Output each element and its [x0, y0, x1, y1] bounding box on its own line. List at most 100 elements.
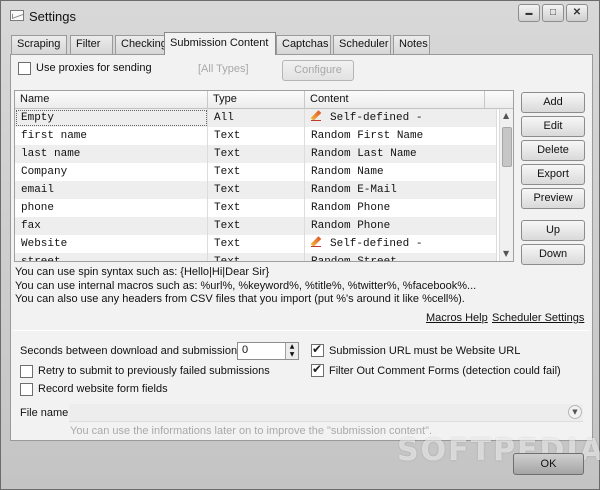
export-button[interactable]: Export — [521, 164, 585, 185]
proxy-types-select[interactable]: [All Types] — [198, 63, 249, 75]
filter-comment-forms-label: Filter Out Comment Forms (detection coul… — [329, 365, 561, 377]
pencil-icon — [311, 110, 325, 122]
maximize-button[interactable]: □ — [542, 4, 564, 22]
scheduler-settings-link[interactable]: Scheduler Settings — [492, 312, 584, 324]
submission-url-checkbox[interactable] — [311, 342, 324, 357]
filter-comment-forms-checkbox[interactable] — [311, 362, 324, 377]
cell-content: Random Phone — [305, 217, 497, 235]
cell-name: street — [15, 253, 208, 261]
cell-content: Self-defined - — [305, 109, 497, 127]
cell-name: Empty — [15, 109, 208, 127]
table-row[interactable]: Website Text Self-defined - — [15, 235, 497, 253]
cell-type: Text — [208, 199, 305, 217]
cell-type: Text — [208, 235, 305, 253]
scroll-up-icon[interactable]: ▲ — [503, 111, 509, 120]
cell-content: Random First Name — [305, 127, 497, 145]
seconds-label: Seconds between download and submission — [20, 345, 238, 357]
section-divider — [13, 330, 589, 331]
cell-content-text: Self-defined - — [330, 112, 423, 124]
preview-button[interactable]: Preview — [521, 188, 585, 209]
cell-type: Text — [208, 253, 305, 261]
retry-failed-checkbox[interactable] — [20, 365, 33, 378]
cell-content-text: Self-defined - — [330, 238, 423, 250]
minimize-icon: ▬ — [525, 10, 533, 17]
window-title: Settings — [29, 9, 76, 24]
cell-type: All — [208, 109, 305, 127]
title-bar: Settings ▬ □ ✕ — [1, 1, 599, 31]
tab-submission-content[interactable]: Submission Content — [164, 32, 276, 55]
cell-content: Random Last Name — [305, 145, 497, 163]
minimize-button[interactable]: ▬ — [518, 4, 540, 22]
move-down-button[interactable]: Down — [521, 244, 585, 265]
table-row[interactable]: fax Text Random Phone — [15, 217, 497, 235]
submission-fields-table: Name Type Content Empty All Self-defined… — [14, 90, 514, 262]
macros-info: You can use internal macros such as: %ur… — [15, 280, 477, 292]
tab-scraping[interactable]: Scraping — [11, 35, 67, 54]
table-scrollbar[interactable]: ▲ ▼ — [499, 109, 513, 261]
table-row[interactable]: Company Text Random Name — [15, 163, 497, 181]
table-row[interactable]: phone Text Random Phone — [15, 199, 497, 217]
cell-content: Self-defined - — [305, 235, 497, 253]
settings-window: Settings ▬ □ ✕ Scraping Filter Checking … — [0, 0, 600, 490]
submission-url-label: Submission URL must be Website URL — [329, 345, 521, 357]
cell-content: Random Street — [305, 253, 497, 261]
edit-button[interactable]: Edit — [521, 116, 585, 137]
record-form-fields-label: Record website form fields — [38, 383, 168, 395]
retry-failed-label: Retry to submit to previously failed sub… — [38, 365, 270, 377]
ok-button[interactable]: OK — [513, 453, 584, 475]
macros-help-link[interactable]: Macros Help — [426, 312, 488, 324]
table-row[interactable]: street Text Random Street — [15, 253, 497, 261]
cell-type: Text — [208, 163, 305, 181]
add-button[interactable]: Add — [521, 92, 585, 113]
csv-headers-info: You can also use any headers from CSV fi… — [15, 293, 465, 305]
table-row[interactable]: email Text Random E-Mail — [15, 181, 497, 199]
cell-name: phone — [15, 199, 208, 217]
tab-checking[interactable]: Checking — [115, 35, 171, 54]
cell-content: Random Phone — [305, 199, 497, 217]
cell-name: email — [15, 181, 208, 199]
cell-type: Text — [208, 127, 305, 145]
record-form-fields-checkbox[interactable] — [20, 383, 33, 396]
close-icon: ✕ — [572, 7, 582, 18]
use-proxies-label: Use proxies for sending — [36, 62, 152, 74]
cell-type: Text — [208, 181, 305, 199]
move-up-button[interactable]: Up — [521, 220, 585, 241]
tab-captchas[interactable]: Captchas — [276, 35, 331, 54]
column-header-name[interactable]: Name — [15, 91, 208, 109]
tab-filter[interactable]: Filter — [70, 35, 113, 54]
cell-content: Random Name — [305, 163, 497, 181]
cell-name: Company — [15, 163, 208, 181]
cell-name: Website — [15, 235, 208, 253]
pencil-icon — [311, 236, 325, 248]
chevron-down-icon[interactable]: ▼ — [568, 405, 582, 419]
table-row[interactable]: first name Text Random First Name — [15, 127, 497, 145]
scroll-thumb[interactable] — [502, 127, 512, 167]
scroll-down-icon[interactable]: ▼ — [503, 249, 509, 258]
app-icon — [10, 10, 24, 21]
cell-type: Text — [208, 145, 305, 163]
configure-button[interactable]: Configure — [282, 60, 354, 81]
file-name-combobox[interactable]: ▼ — [69, 404, 583, 422]
table-row[interactable]: Empty All Self-defined - — [15, 109, 497, 127]
close-button[interactable]: ✕ — [566, 4, 588, 22]
file-name-label: File name — [20, 407, 69, 419]
cell-name: fax — [15, 217, 208, 235]
table-row[interactable]: last name Text Random Last Name — [15, 145, 497, 163]
cell-content: Random E-Mail — [305, 181, 497, 199]
use-proxies-checkbox[interactable] — [18, 62, 31, 75]
tab-scheduler[interactable]: Scheduler — [333, 35, 391, 54]
cell-type: Text — [208, 217, 305, 235]
cell-name: first name — [15, 127, 208, 145]
file-name-hint: You can use the informations later on to… — [70, 425, 433, 437]
table-header: Name Type Content — [15, 91, 513, 109]
spin-syntax-info: You can use spin syntax such as: {Hello|… — [15, 266, 270, 278]
delete-button[interactable]: Delete — [521, 140, 585, 161]
spin-arrows-icon[interactable]: ▲ ▼ — [285, 343, 298, 359]
column-header-content[interactable]: Content — [305, 91, 485, 109]
column-header-type[interactable]: Type — [208, 91, 305, 109]
seconds-value: 0 — [242, 344, 249, 356]
seconds-spinbox[interactable]: 0 ▲ ▼ — [237, 342, 299, 360]
cell-name: last name — [15, 145, 208, 163]
maximize-icon: □ — [549, 7, 557, 18]
tab-notes[interactable]: Notes — [393, 35, 430, 54]
